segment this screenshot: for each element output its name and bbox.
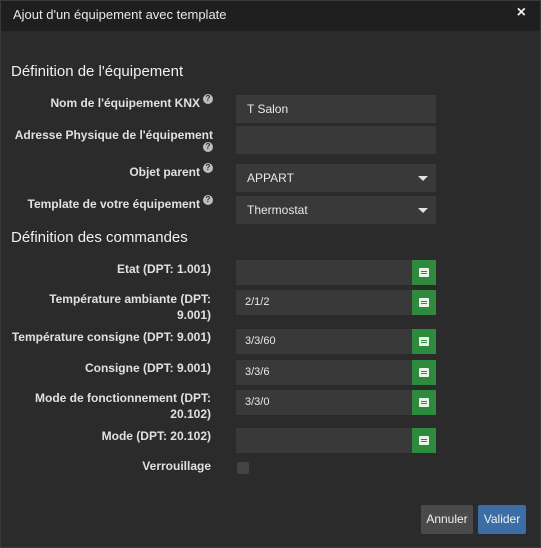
template-value: Thermostat (247, 203, 308, 217)
command-label-etat: Etat (DPT: 1.001) (116, 262, 211, 276)
list-icon (419, 368, 429, 377)
help-icon[interactable]: ? (203, 195, 213, 205)
template-dialog: Ajout d'un équipement avec template × Dé… (0, 0, 541, 548)
command-select-button[interactable] (412, 360, 436, 385)
close-icon[interactable]: × (517, 4, 526, 22)
help-icon[interactable]: ? (203, 94, 213, 104)
equipment-section-title: Définition de l'équipement (11, 63, 184, 80)
command-select-button[interactable] (412, 329, 436, 354)
command-label-consigne: Consigne (DPT: 9.001) (84, 361, 211, 375)
lock-label: Verrouillage (142, 459, 211, 473)
command-label-mode-fonctionnement: Mode de fonctionnement (DPT: 20.102) (35, 391, 211, 421)
help-icon[interactable]: ? (203, 163, 213, 173)
command-input-temp-ambiante[interactable]: 2/1/2 (236, 290, 412, 315)
command-select-button[interactable] (412, 290, 436, 315)
list-icon (419, 398, 429, 407)
list-icon (419, 337, 429, 346)
commands-section-title: Définition des commandes (11, 229, 188, 246)
list-icon (419, 298, 429, 307)
list-icon (419, 436, 429, 445)
command-select-button[interactable] (412, 390, 436, 415)
command-label-temp-consigne: Température consigne (DPT: 9.001) (11, 330, 211, 344)
validate-button[interactable]: Valider (478, 505, 526, 534)
command-input-temp-consigne[interactable]: 3/3/60 (236, 329, 412, 354)
template-label: Template de votre équipement? (13, 195, 213, 212)
parent-object-select[interactable]: APPART (236, 164, 436, 192)
command-input-mode[interactable] (236, 428, 412, 453)
command-select-button[interactable] (412, 260, 436, 285)
command-label-temp-ambiante: Température ambiante (DPT: 9.001) (49, 292, 211, 322)
command-label-mode: Mode (DPT: 20.102) (101, 429, 211, 443)
list-icon (419, 268, 429, 277)
command-input-etat[interactable] (236, 260, 412, 285)
physical-address-label: Adresse Physique de l'équipement? (14, 128, 213, 152)
template-select[interactable]: Thermostat (236, 196, 436, 224)
equipment-name-label: Nom de l'équipement KNX? (13, 94, 213, 111)
command-input-consigne[interactable]: 3/3/6 (236, 360, 412, 385)
equipment-name-input[interactable]: T Salon (236, 95, 436, 123)
lock-checkbox[interactable] (237, 462, 249, 474)
dialog-title: Ajout d'un équipement avec template (13, 7, 227, 22)
cancel-button[interactable]: Annuler (421, 505, 473, 534)
help-icon[interactable]: ? (203, 142, 213, 152)
parent-object-value: APPART (247, 171, 294, 185)
parent-object-label: Objet parent? (13, 163, 213, 180)
command-input-mode-fonctionnement[interactable]: 3/3/0 (236, 390, 412, 415)
dialog-titlebar: Ajout d'un équipement avec template × (1, 1, 540, 31)
physical-address-input[interactable] (236, 126, 436, 154)
command-select-button[interactable] (412, 428, 436, 453)
